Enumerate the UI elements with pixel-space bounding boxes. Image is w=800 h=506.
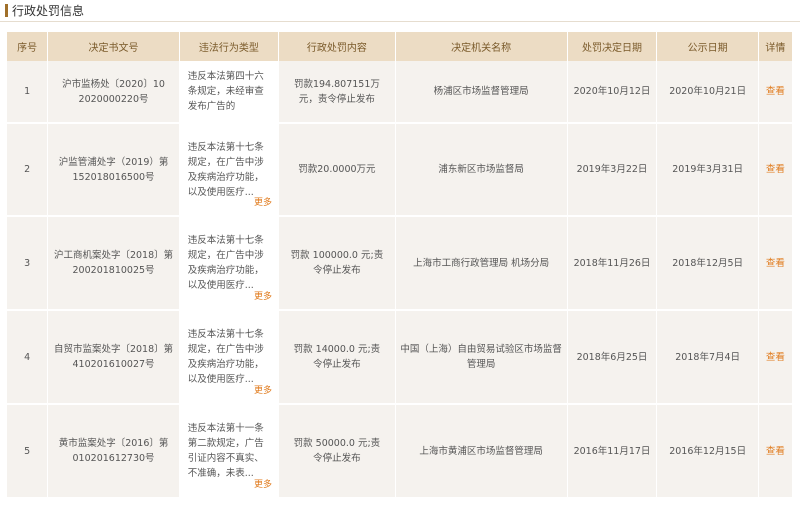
row-content: 罚款 100000.0 元;责令停止发布 <box>278 217 396 311</box>
more-link[interactable]: 更多 <box>254 290 272 305</box>
behavior-text: 违反本法第十七条规定，在广告中涉及疾病治疗功能，以及使用医疗... <box>187 141 264 198</box>
row-authority: 上海市黄浦区市场监督管理局 <box>395 405 568 499</box>
row-no: 1 <box>7 61 49 124</box>
row-doc-no: 沪工商机案处字〔2018〕第200201810025号 <box>48 217 180 311</box>
row-content: 罚款20.0000万元 <box>278 124 396 217</box>
row-doc-no: 沪市监杨处〔2020〕10 2020000220号 <box>48 61 180 124</box>
row-decision-date: 2018年6月25日 <box>567 311 658 405</box>
more-link[interactable]: 更多 <box>254 384 272 399</box>
row-decision-date: 2016年11月17日 <box>567 405 658 499</box>
column-header-decision-date: 处罚决定日期 <box>567 32 658 61</box>
title-accent-bar <box>5 4 8 17</box>
view-link[interactable]: 查看 <box>766 352 785 363</box>
row-authority: 上海市工商行政管理局 机场分局 <box>395 217 568 311</box>
view-link[interactable]: 查看 <box>766 258 785 269</box>
row-publish-date: 2019年3月31日 <box>657 124 759 217</box>
row-behavior: 违反本法第十七条规定，在广告中涉及疾病治疗功能，以及使用医疗... 更多 <box>179 124 279 217</box>
row-behavior: 违反本法第十七条规定，在广告中涉及疾病治疗功能，以及使用医疗... 更多 <box>179 217 279 311</box>
row-publish-date: 2018年12月5日 <box>657 217 759 311</box>
row-authority: 中国（上海）自由贸易试验区市场监督管理局 <box>395 311 568 405</box>
behavior-text: 违反本法第十一条第二款规定，广告引证内容不真实、不准确，未表... <box>187 423 264 479</box>
row-content: 罚款194.807151万元，责令停止发布 <box>278 61 396 124</box>
behavior-text: 违反本法第四十六条规定，未经审查发布广告的 <box>187 71 264 112</box>
row-detail: 查看 <box>758 311 792 405</box>
row-detail: 查看 <box>758 124 792 217</box>
section-title: 行政处罚信息 <box>12 4 85 18</box>
row-detail: 查看 <box>758 217 792 311</box>
row-doc-no: 沪监管浦处字（2019）第152018016500号 <box>48 124 180 217</box>
row-no: 5 <box>7 405 49 499</box>
table-row: 5 黄市监案处字〔2016〕第010201612730号 违反本法第十一条第二款… <box>7 405 792 499</box>
view-link[interactable]: 查看 <box>766 164 785 175</box>
behavior-text: 违反本法第十七条规定，在广告中涉及疾病治疗功能，以及使用医疗... <box>187 235 264 291</box>
row-detail: 查看 <box>758 405 792 499</box>
column-header-publish-date: 公示日期 <box>657 32 759 61</box>
column-header-doc-no: 决定书文号 <box>48 32 180 61</box>
column-header-no: 序号 <box>7 32 49 61</box>
row-decision-date: 2020年10月12日 <box>567 61 658 124</box>
row-behavior: 违反本法第十七条规定，在广告中涉及疾病治疗功能，以及使用医疗... 更多 <box>179 311 279 405</box>
row-behavior: 违反本法第四十六条规定，未经审查发布广告的 <box>179 61 279 124</box>
more-link[interactable]: 更多 <box>254 478 272 493</box>
view-link[interactable]: 查看 <box>766 446 785 457</box>
row-doc-no: 黄市监案处字〔2016〕第010201612730号 <box>48 405 180 499</box>
row-doc-no: 自贸市监案处字〔2018〕第410201610027号 <box>48 311 180 405</box>
column-header-authority: 决定机关名称 <box>395 32 568 61</box>
table-row: 1 沪市监杨处〔2020〕10 2020000220号 违反本法第四十六条规定，… <box>7 61 792 124</box>
row-no: 3 <box>7 217 49 311</box>
table-row: 2 沪监管浦处字（2019）第152018016500号 违反本法第十七条规定，… <box>7 124 792 217</box>
row-no: 2 <box>7 124 49 217</box>
row-content: 罚款 50000.0 元;责令停止发布 <box>278 405 396 499</box>
penalty-table: 序号 决定书文号 违法行为类型 行政处罚内容 决定机关名称 处罚决定日期 公示日… <box>7 32 792 499</box>
column-header-detail: 详情 <box>758 32 792 61</box>
table-row: 4 自贸市监案处字〔2018〕第410201610027号 违反本法第十七条规定… <box>7 311 792 405</box>
row-authority: 浦东新区市场监督局 <box>395 124 568 217</box>
row-authority: 杨浦区市场监督管理局 <box>395 61 568 124</box>
more-link[interactable]: 更多 <box>254 196 272 211</box>
column-header-content: 行政处罚内容 <box>278 32 396 61</box>
row-content: 罚款 14000.0 元;责令停止发布 <box>278 311 396 405</box>
row-publish-date: 2016年12月15日 <box>657 405 759 499</box>
section-header: 行政处罚信息 <box>0 0 800 22</box>
behavior-text: 违反本法第十七条规定，在广告中涉及疾病治疗功能，以及使用医疗... <box>187 329 264 385</box>
table-header-row: 序号 决定书文号 违法行为类型 行政处罚内容 决定机关名称 处罚决定日期 公示日… <box>7 32 792 61</box>
row-behavior: 违反本法第十一条第二款规定，广告引证内容不真实、不准确，未表... 更多 <box>179 405 279 499</box>
row-publish-date: 2020年10月21日 <box>657 61 759 124</box>
row-publish-date: 2018年7月4日 <box>657 311 759 405</box>
row-no: 4 <box>7 311 49 405</box>
row-decision-date: 2019年3月22日 <box>567 124 658 217</box>
table-row: 3 沪工商机案处字〔2018〕第200201810025号 违反本法第十七条规定… <box>7 217 792 311</box>
view-link[interactable]: 查看 <box>766 86 785 97</box>
row-detail: 查看 <box>758 61 792 124</box>
row-decision-date: 2018年11月26日 <box>567 217 658 311</box>
column-header-behavior: 违法行为类型 <box>179 32 279 61</box>
